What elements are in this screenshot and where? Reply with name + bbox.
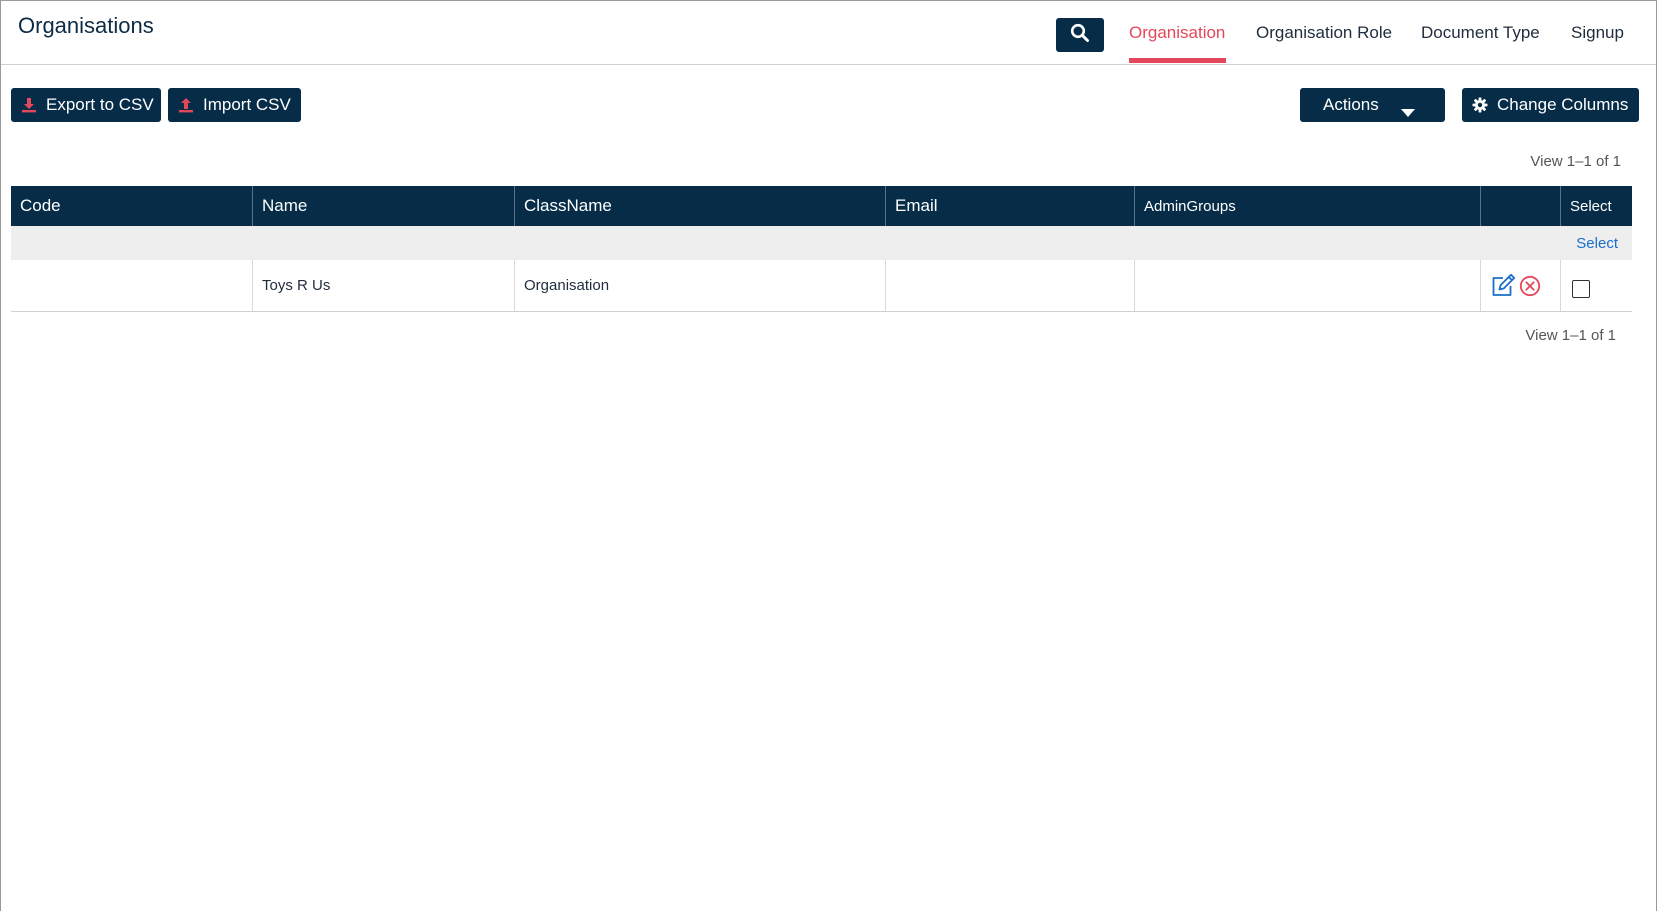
filter-cell-classname: [515, 226, 886, 260]
gear-icon: [1472, 97, 1488, 113]
filter-cell-code: [11, 226, 253, 260]
page-header: Organisations Organisation Organisation …: [1, 1, 1656, 65]
column-header-name[interactable]: Name: [253, 186, 515, 226]
tab-organisation[interactable]: Organisation: [1129, 23, 1225, 43]
tab-organisation-role[interactable]: Organisation Role: [1256, 23, 1392, 43]
table-row: Toys R Us Organisation: [11, 260, 1632, 312]
cell-code: [11, 260, 253, 311]
column-header-classname[interactable]: ClassName: [515, 186, 886, 226]
change-columns-label: Change Columns: [1497, 95, 1629, 114]
search-button[interactable]: [1056, 18, 1104, 52]
cell-classname: Organisation: [515, 260, 886, 311]
tab-document-type[interactable]: Document Type: [1421, 23, 1540, 43]
active-tab-indicator: [1129, 58, 1226, 63]
cell-row-actions: [1481, 260, 1561, 311]
filter-cell-admingroups: [1135, 226, 1481, 260]
app-window: Organisations Organisation Organisation …: [0, 0, 1657, 911]
search-icon: [1070, 23, 1090, 48]
row-select-checkbox[interactable]: [1572, 279, 1590, 298]
table-header-row: Code Name ClassName Email AdminGroups Se…: [11, 186, 1632, 226]
edit-icon[interactable]: [1490, 273, 1516, 298]
filter-cell-name: [253, 226, 515, 260]
cell-name: Toys R Us: [253, 260, 515, 311]
column-header-actions: [1481, 186, 1561, 226]
table-filter-row: Select: [11, 226, 1632, 260]
actions-dropdown[interactable]: Actions: [1300, 88, 1445, 122]
filter-cell-email: [886, 226, 1135, 260]
import-csv-button[interactable]: Import CSV: [168, 88, 301, 122]
organisations-table: Code Name ClassName Email AdminGroups Se…: [11, 186, 1632, 312]
pagination-info-bottom: View 1–1 of 1: [1525, 327, 1616, 344]
export-csv-button[interactable]: Export to CSV: [11, 88, 161, 122]
upload-icon: [178, 97, 194, 113]
actions-label: Actions: [1323, 95, 1379, 114]
column-header-admingroups[interactable]: AdminGroups: [1135, 186, 1481, 226]
caret-down-icon: [1401, 102, 1415, 122]
page-title: Organisations: [18, 13, 154, 38]
column-header-select: Select: [1561, 186, 1632, 226]
download-icon: [21, 97, 37, 113]
delete-circle-icon[interactable]: [1519, 275, 1541, 297]
column-header-code[interactable]: Code: [11, 186, 253, 226]
cell-admingroups: [1135, 260, 1481, 311]
change-columns-button[interactable]: Change Columns: [1462, 88, 1639, 122]
pagination-info-top: View 1–1 of 1: [1530, 153, 1621, 170]
select-all-link[interactable]: Select: [1561, 226, 1632, 260]
cell-email: [886, 260, 1135, 311]
tab-signup[interactable]: Signup: [1571, 23, 1624, 43]
export-csv-label: Export to CSV: [46, 95, 154, 114]
filter-cell-actions: [1481, 226, 1561, 260]
import-csv-label: Import CSV: [203, 95, 291, 114]
cell-select: [1561, 260, 1632, 311]
column-header-email[interactable]: Email: [886, 186, 1135, 226]
